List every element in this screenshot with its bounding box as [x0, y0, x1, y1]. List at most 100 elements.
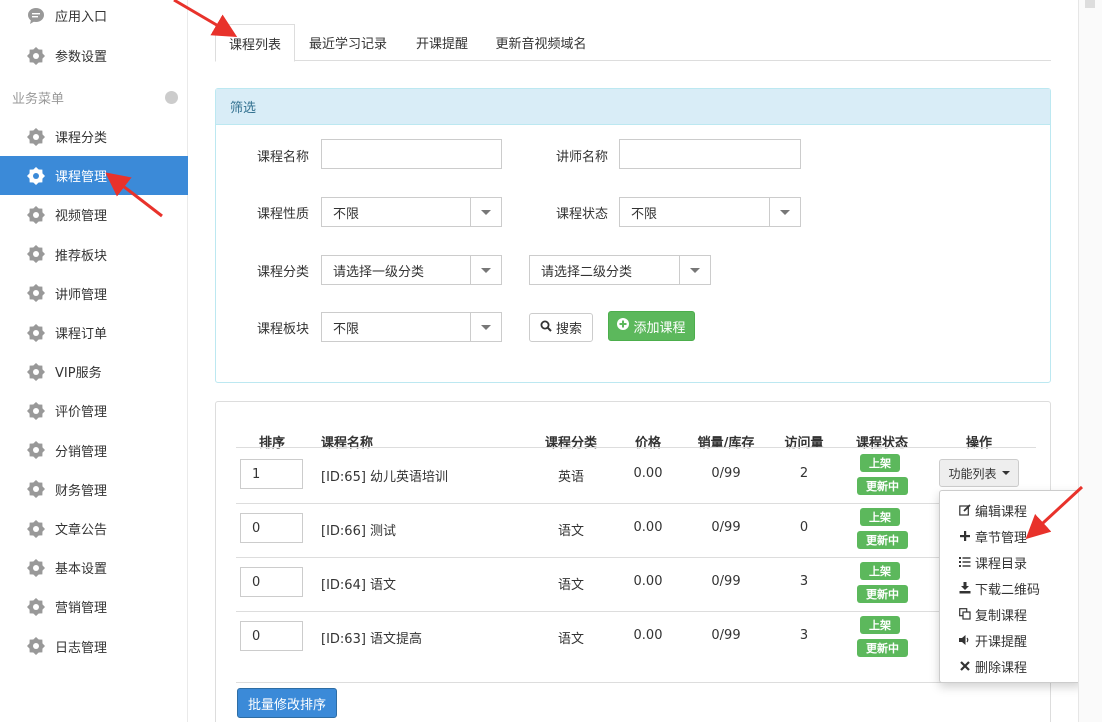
- menu-item-label: 章节管理: [975, 530, 1028, 546]
- gear-icon: [26, 636, 46, 656]
- block-select-value: 不限: [333, 321, 360, 337]
- menu-item-reminder[interactable]: 开课提醒: [940, 627, 1082, 653]
- lecturer-name-input[interactable]: [619, 139, 801, 169]
- course-name-cell: [ID:65] 幼儿英语培训: [321, 470, 449, 485]
- sort-input[interactable]: 0: [240, 567, 303, 597]
- add-course-button[interactable]: 添加课程: [608, 311, 695, 341]
- category-2-select[interactable]: 请选择二级分类: [529, 255, 711, 285]
- function-menu: 编辑课程 章节管理 课程目录 下载二维码 复制课程 开课提醒 删除课程: [939, 490, 1083, 683]
- tab-label: 课程列表: [228, 37, 281, 53]
- menu-item-label: 开课提醒: [975, 634, 1028, 650]
- sidebar-item-10[interactable]: 文章公告: [0, 509, 188, 548]
- tab-course-list[interactable]: 课程列表: [215, 24, 295, 62]
- sidebar-item-label: VIP服务: [55, 366, 102, 382]
- gear-icon: [26, 362, 46, 382]
- tab-label: 更新音视频域名: [495, 37, 587, 52]
- sort-input[interactable]: 0: [240, 513, 303, 543]
- scrollbar-thumb[interactable]: [1085, 0, 1095, 8]
- th-sales: 销量/库存: [697, 436, 755, 451]
- course-name-label: 课程名称: [257, 150, 310, 165]
- status-badge-updating: 更新中: [857, 477, 908, 495]
- gear-icon: [26, 244, 46, 264]
- sidebar-item-label: 视频管理: [55, 209, 108, 225]
- status-badge-updating: 更新中: [857, 639, 908, 657]
- visits-cell: 0: [799, 520, 809, 535]
- sidebar-item-label: 分销管理: [55, 444, 108, 460]
- comment-icon: [26, 6, 46, 26]
- category-cell: 语文: [557, 524, 585, 539]
- collapse-dot-icon[interactable]: [165, 90, 178, 104]
- close-icon: [958, 660, 972, 672]
- chevron-down-icon: [470, 256, 501, 284]
- th-sort: 排序: [258, 436, 286, 451]
- tab-class-reminder[interactable]: 开课提醒: [405, 24, 479, 61]
- th-status: 课程状态: [855, 436, 909, 451]
- status-badge-online: 上架: [860, 454, 900, 472]
- sidebar-item-5[interactable]: 课程订单: [0, 313, 188, 352]
- sidebar-item-12[interactable]: 营销管理: [0, 587, 188, 626]
- price-cell: 0.00: [633, 520, 663, 535]
- sales-cell: 0/99: [711, 520, 741, 535]
- gear-icon: [26, 401, 46, 421]
- sidebar-item-4[interactable]: 讲师管理: [0, 274, 188, 313]
- row-divider: [236, 503, 1036, 504]
- menu-item-copy[interactable]: 复制课程: [940, 601, 1082, 627]
- sidebar-item-6[interactable]: VIP服务: [0, 352, 188, 391]
- tab-update-domain[interactable]: 更新音视频域名: [489, 24, 593, 61]
- vertical-scrollbar[interactable]: [1078, 0, 1102, 722]
- course-list-panel: 排序 课程名称 课程分类 价格 销量/库存 访问量 课程状态 操作 1 [ID:6…: [215, 401, 1051, 722]
- volume-icon: [958, 634, 972, 646]
- menu-item-chapters[interactable]: 章节管理: [940, 523, 1082, 549]
- category-1-value: 请选择一级分类: [333, 264, 425, 280]
- sidebar-item-9[interactable]: 财务管理: [0, 470, 188, 509]
- sidebar-item-3[interactable]: 推荐板块: [0, 235, 188, 274]
- plus-circle-icon: [617, 318, 630, 334]
- caret-down-icon: [1001, 471, 1010, 475]
- sidebar-item-1[interactable]: 课程管理: [0, 156, 188, 196]
- nature-select-value: 不限: [333, 206, 360, 222]
- menu-item-delete[interactable]: 删除课程: [940, 653, 1082, 679]
- visits-cell: 3: [799, 574, 809, 589]
- plus-icon: [958, 530, 972, 542]
- search-button-label: 搜索: [555, 322, 582, 337]
- nature-select[interactable]: 不限: [321, 197, 502, 227]
- th-name: 课程名称: [321, 436, 374, 451]
- price-cell: 0.00: [633, 628, 663, 643]
- batch-sort-button[interactable]: 批量修改排序: [237, 688, 337, 718]
- course-name-cell: [ID:63] 语文提高: [321, 632, 423, 647]
- menu-item-edit[interactable]: 编辑课程: [940, 497, 1082, 523]
- sidebar-item-11[interactable]: 基本设置: [0, 548, 188, 587]
- sidebar-item-2[interactable]: 视频管理: [0, 195, 188, 234]
- row-divider: [236, 611, 1036, 612]
- block-label: 课程板块: [257, 322, 310, 337]
- status-select[interactable]: 不限: [619, 197, 801, 227]
- row-divider: [236, 557, 1036, 558]
- gear-icon: [26, 127, 46, 147]
- menu-item-catalog[interactable]: 课程目录: [940, 549, 1082, 575]
- sidebar-item-label: 财务管理: [55, 483, 108, 499]
- gear-icon: [26, 283, 46, 303]
- status-badge-updating: 更新中: [857, 585, 908, 603]
- sidebar-item-8[interactable]: 分销管理: [0, 431, 188, 470]
- category-1-select[interactable]: 请选择一级分类: [321, 255, 502, 285]
- category-2-value: 请选择二级分类: [541, 264, 633, 280]
- sidebar-section-header[interactable]: 业务菜单: [12, 86, 180, 108]
- sidebar-item-0[interactable]: 课程分类: [0, 117, 188, 156]
- function-list-button[interactable]: 功能列表: [939, 459, 1019, 487]
- sidebar-item-params[interactable]: 参数设置: [0, 36, 188, 75]
- sidebar-item-13[interactable]: 日志管理: [0, 627, 188, 666]
- tab-recent-study[interactable]: 最近学习记录: [298, 24, 398, 61]
- block-select[interactable]: 不限: [321, 312, 502, 342]
- sort-input[interactable]: 1: [240, 459, 303, 489]
- status-badge-online: 上架: [860, 562, 900, 580]
- sort-input[interactable]: 0: [240, 621, 303, 651]
- menu-item-download-qr[interactable]: 下载二维码: [940, 575, 1082, 601]
- sidebar-item-7[interactable]: 评价管理: [0, 391, 188, 430]
- course-name-input[interactable]: [321, 139, 502, 169]
- category-cell: 语文: [557, 578, 585, 593]
- status-badge-updating: 更新中: [857, 531, 908, 549]
- search-button[interactable]: 搜索: [529, 313, 593, 342]
- sales-cell: 0/99: [711, 628, 741, 643]
- sidebar-item-app-entry[interactable]: 应用入口: [0, 0, 188, 35]
- th-visits: 访问量: [784, 436, 824, 451]
